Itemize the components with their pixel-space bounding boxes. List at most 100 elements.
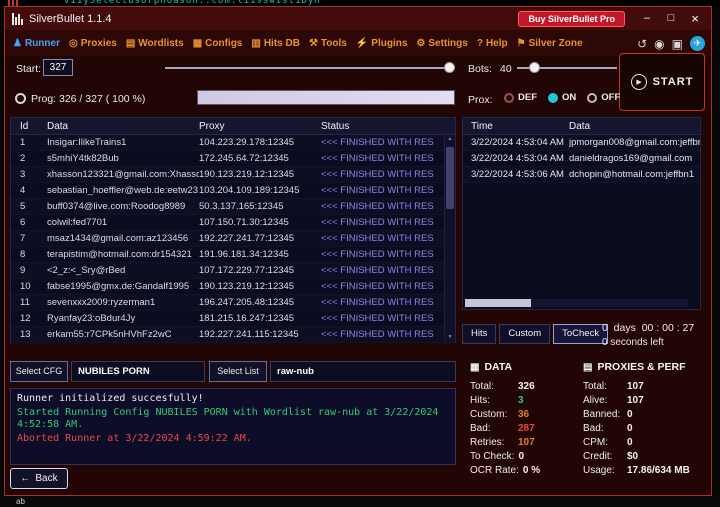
taskbar-item[interactable]: ab <box>16 497 25 507</box>
cell-hit-data: jpmorgan008@gmail.com:jeffbr <box>569 137 700 148</box>
cell-proxy: 192.227.241.77:12345 <box>199 233 321 244</box>
gallery-icon[interactable]: ▣ <box>672 37 683 51</box>
hits-tab[interactable]: ToCheck <box>553 324 608 344</box>
cell-status: <<< FINISHED WITH RES <box>321 281 455 292</box>
hit-row[interactable]: 3/22/2024 4:53:04 AM danieldragos169@gma… <box>463 151 700 167</box>
scroll-up-icon[interactable]: ▲ <box>445 135 455 144</box>
cell-proxy: 50.3.137.165:12345 <box>199 201 321 212</box>
hit-row[interactable]: 3/22/2024 4:53:06 AM dchopin@hotmail.com… <box>463 167 700 183</box>
table-row[interactable]: 4 sebastian_hoeffler@web.de:eetw23: 103.… <box>11 183 455 199</box>
start-slider-knob[interactable] <box>444 62 455 73</box>
table-row[interactable]: 7 msaz1434@gmail.com:az123456 192.227.24… <box>11 231 455 247</box>
nav-item-icon: ⚒ <box>309 38 318 49</box>
desktop: v11ySelectusOrphoason..com:li19swist1Dyn… <box>0 0 720 507</box>
select-list-button[interactable]: Select List <box>209 361 267 382</box>
table-row[interactable]: 13 erkam55:r7CPk5nHVhFz2wC 192.227.241.1… <box>11 327 455 343</box>
prox-option[interactable]: OFF <box>587 92 620 103</box>
cell-proxy: 172.245.64.72:12345 <box>199 153 321 164</box>
nav-item[interactable]: ⚒ Tools <box>309 38 347 49</box>
table-row[interactable]: 12 Ryanfay23:oBdur4Jy 181.215.16.247:123… <box>11 311 455 327</box>
prox-options: DEF ON OFF <box>504 92 620 103</box>
buy-pro-button[interactable]: Buy SilverBullet Pro <box>518 11 625 27</box>
stat-row: Custom: 36 <box>470 407 540 421</box>
data-stats-header: ▦ DATA <box>470 361 512 373</box>
table-row[interactable]: 5 buff0374@live.com:Roodog8989 50.3.137.… <box>11 199 455 215</box>
stat-value: 326 <box>518 381 535 392</box>
select-cfg-button[interactable]: Select CFG <box>10 361 68 382</box>
nav-item[interactable]: ▥ Hits DB <box>251 38 300 49</box>
table-row[interactable]: 11 sevenxxx2009:ryzerman1 196.247.205.48… <box>11 295 455 311</box>
bots-slider[interactable] <box>517 62 617 74</box>
hit-row[interactable]: 3/22/2024 4:53:04 AM jpmorgan008@gmail.c… <box>463 135 700 151</box>
nav-item-icon: ▥ <box>251 38 260 49</box>
start-button[interactable]: ▶ START <box>619 53 705 111</box>
proxy-stats-icon: ▤ <box>583 362 592 373</box>
bots-slider-knob[interactable] <box>529 62 540 73</box>
maximize-button[interactable]: □ <box>659 7 683 30</box>
back-button[interactable]: ← Back <box>10 468 68 489</box>
cell-status: <<< FINISHED WITH RES <box>321 233 455 244</box>
nav-item[interactable]: ⚙ Settings <box>416 38 467 49</box>
titlebar[interactable]: SilverBullet 1.1.4 Buy SilverBullet Pro … <box>5 7 711 30</box>
nav-item[interactable]: ⚑ Silver Zone <box>517 38 583 49</box>
cell-data: sebastian_hoeffler@web.de:eetw23: <box>47 185 199 196</box>
nav-item[interactable]: ▤ Wordlists <box>126 38 184 49</box>
log-line: Runner initialized succesfully! <box>17 393 449 406</box>
table-row[interactable]: 8 terapistim@hotmail.com:dr154321 191.96… <box>11 247 455 263</box>
taskbar[interactable]: ab <box>0 497 720 507</box>
prog-radio[interactable] <box>15 93 26 104</box>
stat-row: Bad: 0 <box>583 421 690 435</box>
silverbullet-window: SilverBullet 1.1.4 Buy SilverBullet Pro … <box>4 6 712 496</box>
hits-tab[interactable]: Hits <box>462 324 496 344</box>
nav-item[interactable]: ? Help <box>477 38 508 49</box>
scroll-thumb[interactable] <box>446 147 454 209</box>
wordlist-field[interactable]: raw-nub <box>270 361 456 382</box>
table-row[interactable]: 9 <2_z:<_Sry@rBed 107.172.229.77:12345 <… <box>11 263 455 279</box>
stat-label: Usage: <box>583 465 627 476</box>
table-row[interactable]: 6 colwil:fed7701 107.150.71.30:12345 <<<… <box>11 215 455 231</box>
prox-radio[interactable] <box>587 93 597 103</box>
hscroll-thumb[interactable] <box>465 299 531 307</box>
hits-hscrollbar[interactable] <box>465 299 688 307</box>
stat-label: Credit: <box>583 451 627 462</box>
nav-item[interactable]: ⚡ Plugins <box>356 38 408 49</box>
results-scrollbar[interactable]: ▲ ▼ <box>444 135 455 342</box>
timer-elapsed: 0 days 00 : 00 : 27 <box>602 322 694 334</box>
stat-row: To Check: 0 <box>470 449 540 463</box>
back-button-label: Back <box>35 473 57 484</box>
table-row[interactable]: 2 s5mhiY4tk82Bub 172.245.64.72:12345 <<<… <box>11 151 455 167</box>
cell-id: 6 <box>11 217 47 228</box>
prog-label: Prog: <box>31 93 56 105</box>
start-input[interactable]: 327 <box>43 59 73 76</box>
nav-item[interactable]: ♟ Runner <box>13 38 60 49</box>
stat-value: $0 <box>627 451 638 462</box>
close-button[interactable]: × <box>683 7 707 30</box>
scroll-down-icon[interactable]: ▼ <box>445 333 455 342</box>
hits-tab[interactable]: Custom <box>499 324 550 344</box>
nav-item-icon: ♟ <box>13 38 22 49</box>
table-row[interactable]: 10 fabse1995@gmx.de:Gandalf1995 190.123.… <box>11 279 455 295</box>
config-field[interactable]: NUBILES PORN <box>71 361 205 382</box>
prox-option[interactable]: DEF <box>504 92 537 103</box>
minimize-button[interactable]: – <box>635 7 659 30</box>
nav-item[interactable]: ▦ Configs <box>193 38 243 49</box>
nav-item[interactable]: ◎ Proxies <box>69 38 117 49</box>
prox-option-label: DEF <box>518 92 537 103</box>
telegram-icon[interactable]: ✈ <box>690 36 705 51</box>
table-row[interactable]: 3 xhasson123321@gmail.com:Xhasso 190.123… <box>11 167 455 183</box>
camera-icon[interactable]: ◉ <box>654 37 664 51</box>
cell-data: <2_z:<_Sry@rBed <box>47 265 199 276</box>
cell-status: <<< FINISHED WITH RES <box>321 265 455 276</box>
prox-radio[interactable] <box>504 93 514 103</box>
prox-option[interactable]: ON <box>548 92 576 103</box>
start-slider[interactable] <box>165 62 455 74</box>
history-icon[interactable]: ↺ <box>637 37 647 51</box>
results-table-header: Id Data Proxy Status <box>11 118 455 135</box>
bots-label: Bots: <box>468 63 492 75</box>
cell-data: s5mhiY4tk82Bub <box>47 153 199 164</box>
cell-data: Insigar:IlikeTrains1 <box>47 137 199 148</box>
table-row[interactable]: 1 Insigar:IlikeTrains1 104.223.29.178:12… <box>11 135 455 151</box>
prox-radio[interactable] <box>548 93 558 103</box>
stat-row: Usage: 17.86/634 MB <box>583 463 690 477</box>
data-stats: Total: 326 Hits: 3 Custom: 36 Bad: 287 R… <box>470 379 540 477</box>
